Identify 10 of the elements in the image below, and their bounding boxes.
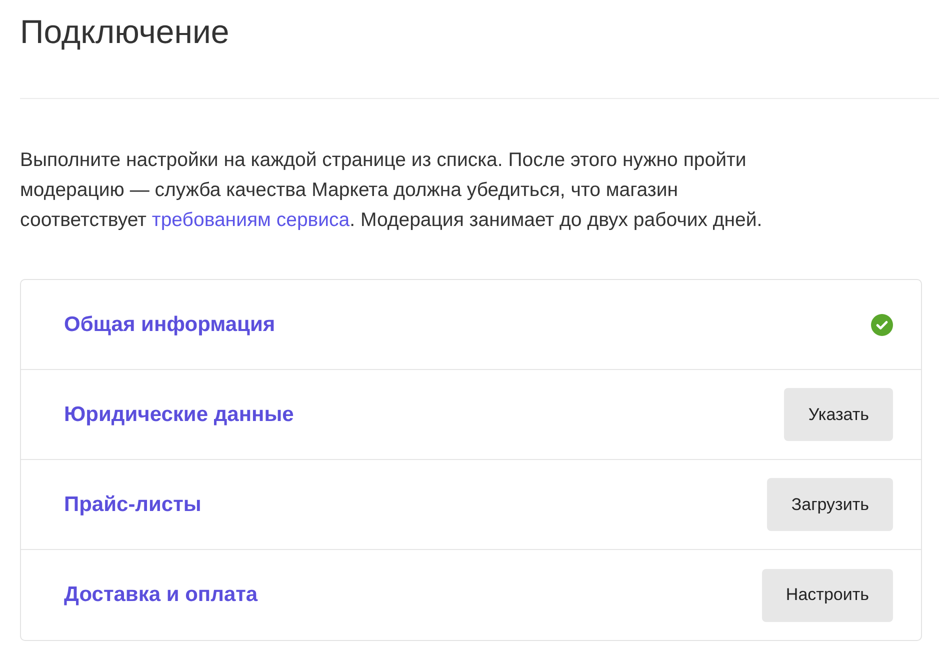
step-link[interactable]: Юридические данные [64,398,294,430]
step-link[interactable]: Прайс-листы [64,488,202,520]
requirements-link[interactable]: требованиям сервиса [152,209,350,231]
page-title: Подключение [19,12,230,52]
step-action-button[interactable]: Настроить [762,568,893,622]
step-link[interactable]: Доставка и оплата [64,579,258,611]
step-link[interactable]: Общая информация [64,308,276,340]
step-action-button[interactable]: Указать [784,388,893,441]
intro-paragraph: Выполните настройки на каждой странице из списка. После этого нужно пройти модерацию — служба качества Маркета должна убедиться, что магазин соответствует требованиям сервиса. Модерация занимает до двух рабочих дней. [20,148,762,233]
step-action-button[interactable]: Загрузить [767,478,893,531]
